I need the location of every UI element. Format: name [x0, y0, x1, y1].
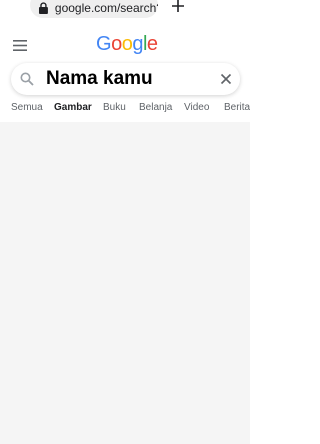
logo-letter: e	[146, 33, 158, 55]
results-area	[0, 122, 250, 444]
lock-icon	[38, 2, 48, 14]
search-icon[interactable]	[20, 72, 34, 86]
logo-letter: o	[111, 33, 122, 55]
search-tabs: Semua Gambar Buku Belanja Video Berita	[0, 102, 250, 122]
search-header: Google Semua Gambar Buku Belanja Video B…	[0, 22, 250, 122]
browser-bar: google.com/search?q	[0, 0, 250, 22]
logo-letter: G	[96, 33, 112, 55]
logo-letter: g	[132, 33, 143, 55]
google-logo[interactable]: Google	[96, 33, 158, 56]
tab-belanja[interactable]: Belanja	[139, 102, 172, 113]
tab-video[interactable]: Video	[184, 102, 209, 113]
page: google.com/search?q Google Semua Gambar	[0, 0, 250, 444]
hamburger-menu-icon[interactable]	[13, 40, 27, 51]
tab-berita[interactable]: Berita	[224, 102, 250, 113]
search-input[interactable]	[46, 67, 211, 91]
url-text: google.com/search?q	[54, 1, 158, 15]
search-box	[11, 63, 240, 95]
address-bar[interactable]: google.com/search?q	[30, 0, 158, 18]
tab-buku[interactable]: Buku	[103, 102, 126, 113]
close-icon[interactable]	[220, 73, 232, 85]
tab-gambar[interactable]: Gambar	[54, 102, 92, 113]
plus-icon[interactable]	[170, 0, 186, 14]
logo-letter: o	[121, 33, 133, 55]
tab-semua[interactable]: Semua	[11, 102, 43, 113]
